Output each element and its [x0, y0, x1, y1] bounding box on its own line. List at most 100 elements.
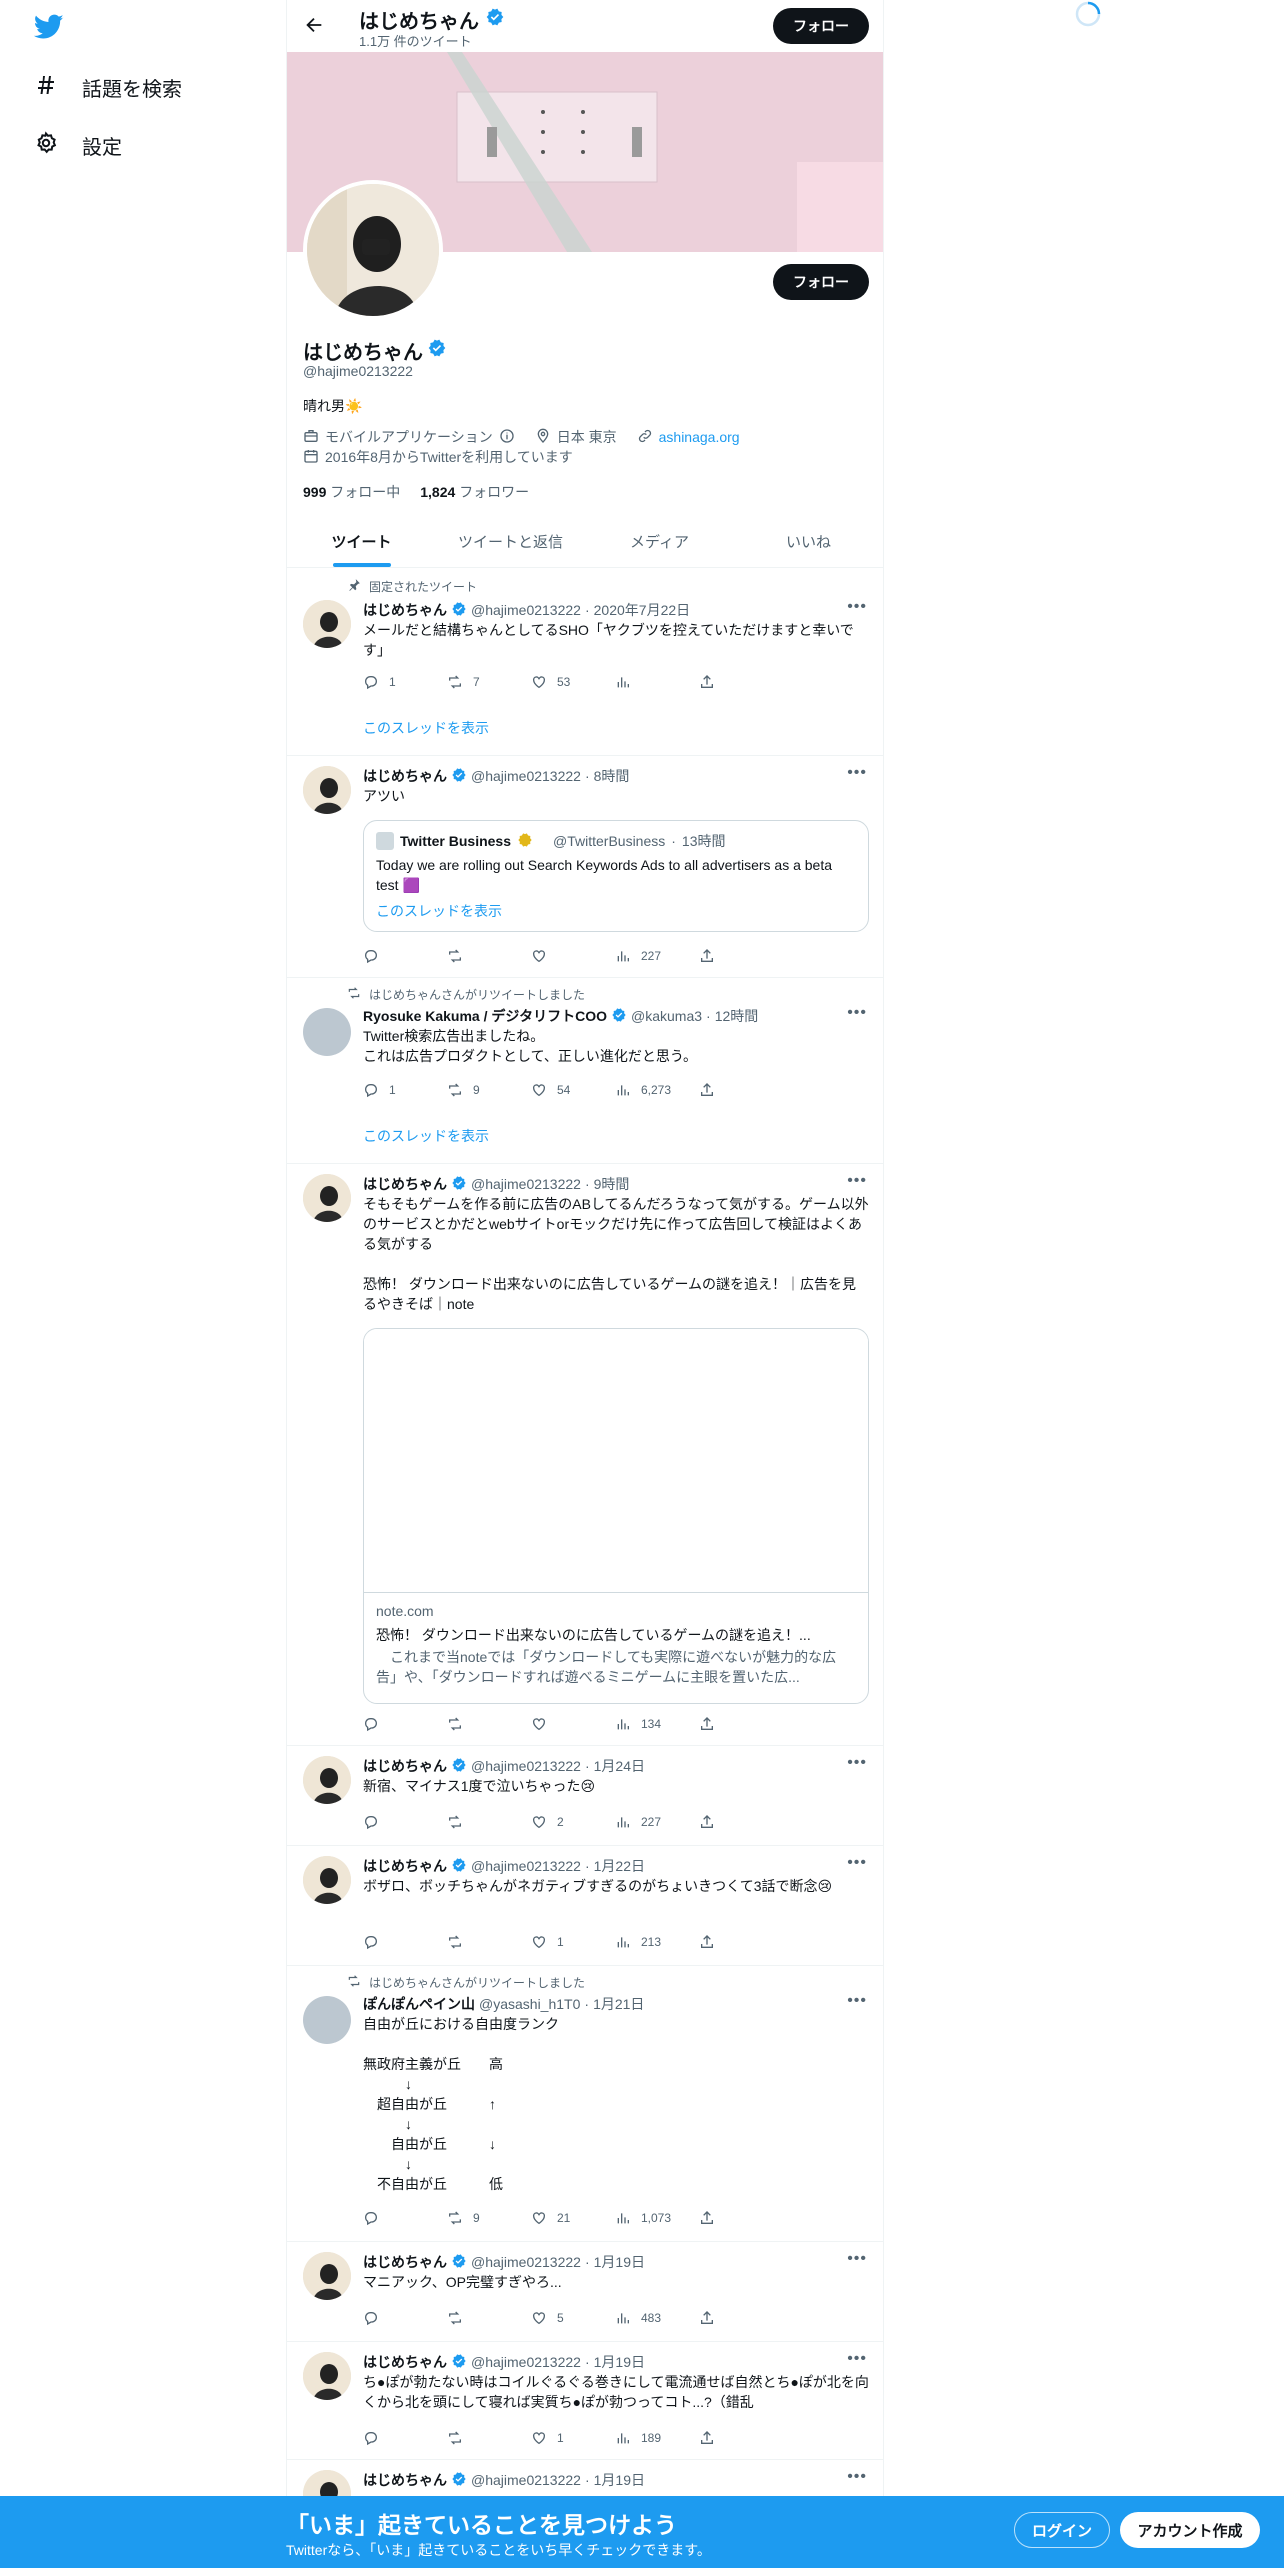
login-button[interactable]: ログイン: [1014, 2512, 1110, 2548]
like-button[interactable]: 54: [531, 1080, 615, 1100]
reply-button[interactable]: [363, 2208, 447, 2228]
share-button[interactable]: [699, 2208, 783, 2228]
profile-website-link[interactable]: ashinaga.org: [659, 429, 740, 445]
share-button[interactable]: [699, 2308, 783, 2328]
reply-button[interactable]: [363, 1714, 447, 1734]
tweet-author-name[interactable]: はじめちゃん: [363, 2470, 447, 2490]
views-button[interactable]: 134: [615, 1714, 699, 1734]
avatar[interactable]: [303, 1996, 351, 2044]
tweet-handle[interactable]: @kakuma3: [631, 1008, 702, 1024]
tweet-author-name[interactable]: はじめちゃん: [363, 600, 447, 620]
retweet-button[interactable]: 9: [447, 1080, 531, 1100]
retweet-button[interactable]: 9: [447, 2208, 531, 2228]
back-arrow-icon[interactable]: [303, 14, 325, 41]
retweet-button[interactable]: [447, 2308, 531, 2328]
tweet-item[interactable]: はじめちゃん @hajime0213222 · 1月22日 ••• ボザロ、ボッ…: [287, 1846, 883, 1966]
retweet-button[interactable]: [447, 1812, 531, 1832]
views-button[interactable]: 6,273: [615, 1080, 699, 1100]
share-button[interactable]: [699, 1812, 783, 1832]
show-thread-link[interactable]: このスレッドを表示: [363, 718, 489, 738]
tweet-time[interactable]: 1月19日: [594, 2470, 645, 2490]
tweet-handle[interactable]: @hajime0213222: [471, 2472, 581, 2488]
more-options-icon[interactable]: •••: [847, 1754, 867, 1772]
tweet-item[interactable]: はじめちゃんさんがリツイートしました Ryosuke Kakuma / デジタリ…: [287, 978, 883, 1164]
more-options-icon[interactable]: •••: [847, 1172, 867, 1190]
twitter-logo-icon[interactable]: [33, 14, 64, 45]
more-options-icon[interactable]: •••: [847, 2350, 867, 2368]
tweet-time[interactable]: 1月22日: [594, 1856, 645, 1876]
views-button[interactable]: 213: [615, 1932, 699, 1952]
tweet-handle[interactable]: @hajime0213222: [471, 2254, 581, 2270]
like-button[interactable]: [531, 1714, 615, 1734]
share-button[interactable]: [699, 946, 783, 966]
tweet-author-name[interactable]: はじめちゃん: [363, 2252, 447, 2272]
views-button[interactable]: 189: [615, 2428, 699, 2448]
reply-button[interactable]: [363, 1812, 447, 1832]
following-link[interactable]: 999 フォロー中: [303, 482, 400, 502]
tweet-time[interactable]: 1月21日: [593, 1994, 644, 2014]
tweet-author-name[interactable]: はじめちゃん: [363, 766, 447, 786]
tweet-item[interactable]: はじめちゃんさんがリツイートしました ぽんぽんペイン山 @yasashi_h1T…: [287, 1966, 883, 2242]
tweet-item[interactable]: はじめちゃん @hajime0213222 · 1月19日 ••• マニアック、…: [287, 2242, 883, 2342]
tweet-time[interactable]: 1月24日: [594, 1756, 645, 1776]
tweet-time[interactable]: 8時間: [594, 766, 630, 786]
like-button[interactable]: 1: [531, 1932, 615, 1952]
avatar[interactable]: [303, 2352, 351, 2400]
tweet-handle[interactable]: @hajime0213222: [471, 768, 581, 784]
link-card[interactable]: note.com 恐怖！ ダウンロード出来ないのに広告しているゲームの謎を追え！…: [363, 1328, 869, 1704]
views-button[interactable]: 227: [615, 1812, 699, 1832]
like-button[interactable]: [531, 946, 615, 966]
like-button[interactable]: 5: [531, 2308, 615, 2328]
share-button[interactable]: [699, 672, 783, 692]
tweet-author-name[interactable]: ぽんぽんペイン山: [363, 1994, 475, 2014]
share-button[interactable]: [699, 2428, 783, 2448]
reply-button[interactable]: 1: [363, 672, 447, 692]
avatar[interactable]: [303, 2252, 351, 2300]
nav-settings[interactable]: 設定: [34, 125, 122, 165]
tweet-author-name[interactable]: はじめちゃん: [363, 2352, 447, 2372]
followers-link[interactable]: 1,824 フォロワー: [420, 482, 529, 502]
more-options-icon[interactable]: •••: [847, 764, 867, 782]
tweet-item[interactable]: 固定されたツイート はじめちゃん @hajime0213222 · 2020年7…: [287, 568, 883, 756]
quoted-show-thread-link[interactable]: このスレッドを表示: [376, 901, 502, 921]
tweet-author-name[interactable]: はじめちゃん: [363, 1174, 447, 1194]
nav-explore[interactable]: 話題を検索: [34, 67, 182, 107]
share-button[interactable]: [699, 1714, 783, 1734]
tweet-handle[interactable]: @hajime0213222: [471, 1176, 581, 1192]
views-button[interactable]: [615, 672, 699, 692]
tweet-time[interactable]: 9時間: [594, 1174, 630, 1194]
avatar[interactable]: [303, 766, 351, 814]
more-options-icon[interactable]: •••: [847, 1854, 867, 1872]
tab-likes[interactable]: いいね: [734, 516, 883, 567]
retweet-button[interactable]: 7: [447, 672, 531, 692]
retweet-button[interactable]: [447, 1932, 531, 1952]
more-options-icon[interactable]: •••: [847, 1992, 867, 2010]
more-options-icon[interactable]: •••: [847, 598, 867, 616]
reply-button[interactable]: [363, 2428, 447, 2448]
reply-button[interactable]: [363, 946, 447, 966]
share-button[interactable]: [699, 1932, 783, 1952]
tweet-handle[interactable]: @hajime0213222: [471, 1758, 581, 1774]
avatar[interactable]: [303, 1174, 351, 1222]
tweet-item[interactable]: はじめちゃん @hajime0213222 · 1月19日 •••: [287, 2460, 883, 2518]
tweet-author-name[interactable]: Ryosuke Kakuma / デジタリフトCOO: [363, 1006, 607, 1026]
more-options-icon[interactable]: •••: [847, 2250, 867, 2268]
reply-button[interactable]: [363, 1932, 447, 1952]
like-button[interactable]: 53: [531, 672, 615, 692]
reply-button[interactable]: 1: [363, 1080, 447, 1100]
tweet-time[interactable]: 1月19日: [594, 2352, 645, 2372]
show-thread-link[interactable]: このスレッドを表示: [363, 1126, 489, 1146]
more-options-icon[interactable]: •••: [847, 2468, 867, 2486]
tweet-time[interactable]: 1月19日: [594, 2252, 645, 2272]
tab-tweets-replies[interactable]: ツイートと返信: [436, 516, 585, 567]
tweet-item[interactable]: はじめちゃん @hajime0213222 · 1月19日 ••• ち●ぽが勃た…: [287, 2342, 883, 2460]
avatar[interactable]: [303, 1856, 351, 1904]
tweet-handle[interactable]: @hajime0213222: [471, 1858, 581, 1874]
profile-avatar[interactable]: [303, 180, 443, 320]
tweet-handle[interactable]: @hajime0213222: [471, 2354, 581, 2370]
avatar[interactable]: [303, 600, 351, 648]
retweet-button[interactable]: [447, 1714, 531, 1734]
retweet-button[interactable]: [447, 2428, 531, 2448]
avatar[interactable]: [303, 1756, 351, 1804]
avatar[interactable]: [303, 1008, 351, 1056]
